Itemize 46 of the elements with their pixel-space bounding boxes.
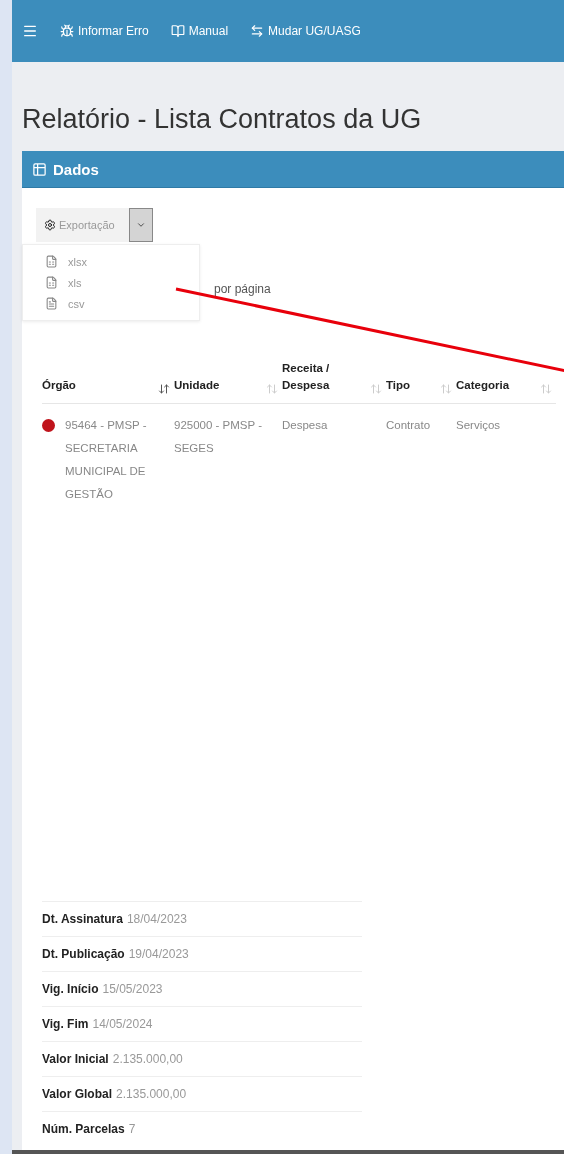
- menu-item[interactable]: csv: [23, 293, 199, 314]
- detail-label: Vig. Fim: [42, 1017, 89, 1031]
- column-header[interactable]: Tipo: [386, 360, 456, 403]
- menu-icon[interactable]: [22, 23, 38, 39]
- per-page-label: por página: [214, 282, 271, 296]
- detail-value: 2.135.000,00: [112, 1052, 183, 1066]
- book-icon: [170, 24, 185, 38]
- detail-label: Núm. Parcelas: [42, 1122, 125, 1136]
- column-header[interactable]: Órgão: [42, 360, 174, 403]
- nav-link[interactable]: Manual: [170, 24, 229, 38]
- detail-value: 14/05/2024: [92, 1017, 153, 1031]
- nav-link[interactable]: Mudar UG/UASG: [250, 24, 361, 38]
- table-cell: 925000 - PMSP - SEGES: [174, 418, 262, 454]
- detail-value: 19/04/2023: [128, 947, 189, 961]
- nav-link[interactable]: Informar Erro: [60, 24, 149, 38]
- menu-item[interactable]: xls: [23, 272, 199, 293]
- table-cell-text: 95464 - PMSP - SECRETARIA MUNICIPAL DE GESTÃO: [65, 417, 148, 502]
- settings-icon: [44, 219, 56, 231]
- menu-item[interactable]: xlsx: [23, 251, 199, 272]
- sort-icon[interactable]: [158, 382, 170, 395]
- column-header[interactable]: Unidade: [174, 360, 282, 403]
- page-title: Relatório - Lista Contratos da UG: [22, 104, 423, 135]
- table-cell: Despesa: [282, 418, 328, 431]
- detail-label: Valor Global: [42, 1087, 113, 1101]
- spreadsheet-file-icon: [45, 276, 58, 289]
- column-header[interactable]: Receita / Despesa: [282, 360, 386, 403]
- dropdown-toggle[interactable]: [128, 208, 153, 242]
- table-cell: Contrato: [386, 418, 431, 431]
- table-icon: [32, 161, 47, 177]
- panel-title: Dados: [53, 160, 99, 178]
- detail-value: 18/04/2023: [126, 912, 187, 926]
- caret-icon: [135, 220, 146, 230]
- detail-label: Valor Inicial: [42, 1052, 109, 1066]
- swap-arrows-icon: [250, 24, 265, 38]
- bug-icon: [60, 24, 74, 38]
- detail-value: 7: [128, 1122, 136, 1136]
- text-file-icon: [45, 297, 58, 310]
- detail-label: Dt. Publicação: [42, 947, 125, 961]
- detail-label: Dt. Assinatura: [42, 912, 123, 926]
- table-cell: Serviços: [456, 418, 501, 431]
- export-button[interactable]: Exportação: [36, 208, 129, 242]
- detail-value: 2.135.000,00: [116, 1087, 187, 1101]
- spreadsheet-file-icon: [45, 255, 58, 268]
- column-header[interactable]: Categoria: [456, 360, 556, 403]
- detail-value: 15/05/2023: [102, 982, 163, 996]
- detail-label: Vig. Início: [42, 982, 99, 996]
